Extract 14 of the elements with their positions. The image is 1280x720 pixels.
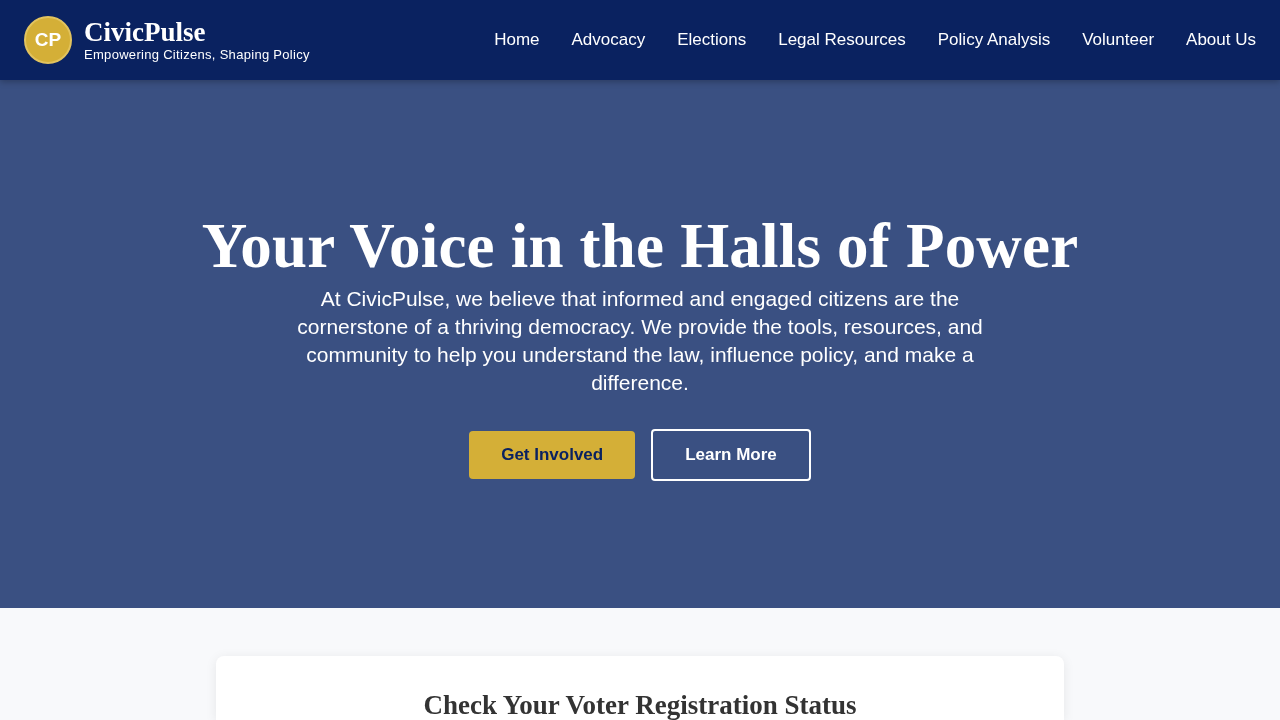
get-involved-button[interactable]: Get Involved [469,431,636,479]
nav-link[interactable]: Volunteer [1082,30,1155,50]
nav-link[interactable]: Advocacy [571,30,646,50]
nav-link[interactable]: Home [494,30,540,50]
brand-name[interactable]: CivicPulse [84,17,310,47]
hero-title: Your Voice in the Halls of Power [201,211,1079,281]
hero-text: At CivicPulse, we believe that informed and engaged citizens are the cornerstone of a thriving democracy. We provide the tools, resources, and community to help you understand the law, influence policy, and make a difference. [296,286,984,396]
card-title: Check Your Voter Registration Status [422,689,858,720]
nav-link[interactable]: Elections [677,30,747,50]
nav-link[interactable]: About Us [1186,30,1256,50]
learn-more-button[interactable]: Learn More [651,429,811,481]
nav-link[interactable]: Policy Analysis [937,30,1051,50]
nav-link[interactable]: Legal Resources [778,30,906,50]
tagline: Empowering Citizens, Shaping Policy [84,47,310,63]
